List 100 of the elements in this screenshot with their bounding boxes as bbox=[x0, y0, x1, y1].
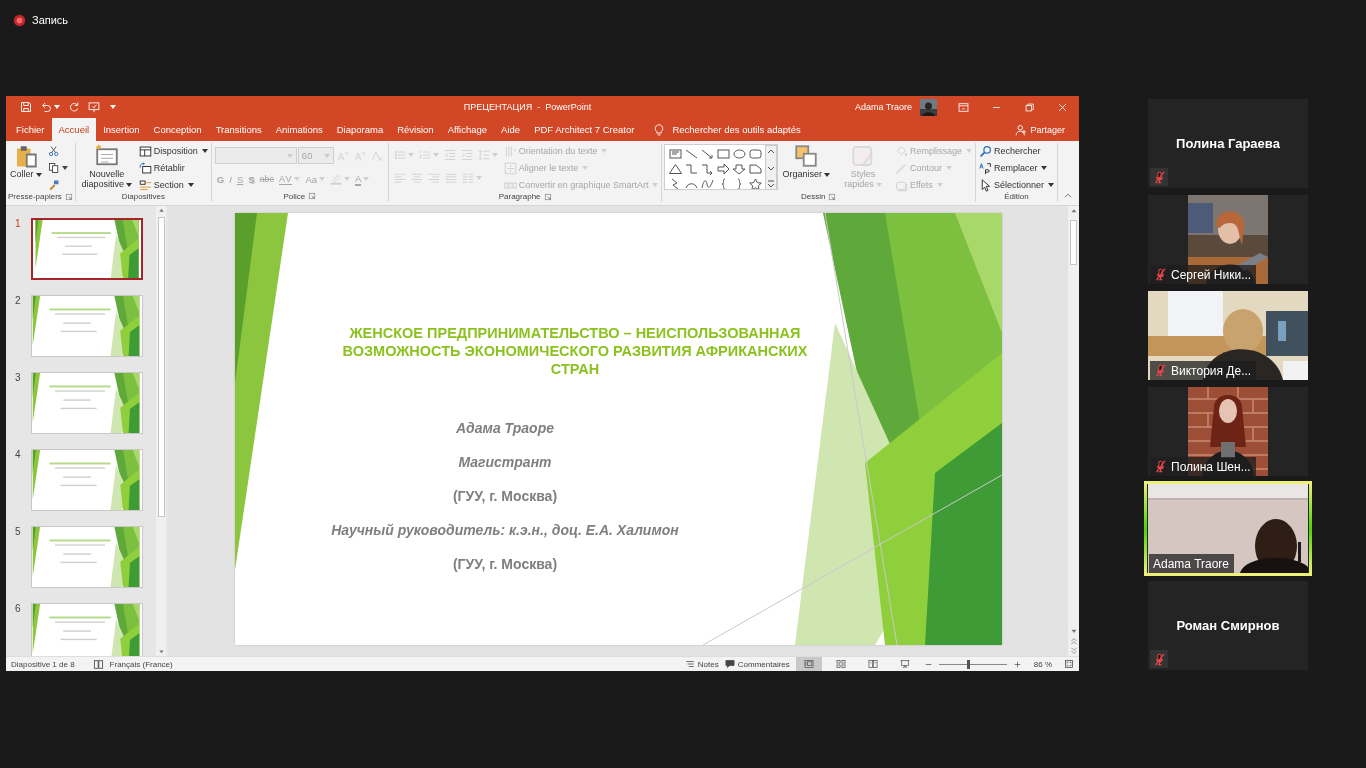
record-icon bbox=[13, 13, 26, 27]
double-up-icon[interactable] bbox=[1068, 636, 1079, 646]
zoom-level-button[interactable]: 86 % bbox=[1033, 659, 1052, 669]
share-button[interactable]: Partager bbox=[1015, 118, 1065, 141]
slideshow-icon bbox=[88, 101, 100, 113]
launcher-icon[interactable] bbox=[543, 192, 552, 201]
new-slide-icon bbox=[94, 144, 119, 168]
notes-button[interactable]: Notes bbox=[684, 659, 719, 669]
ribbon-button[interactable]: Sélectionner bbox=[977, 177, 1055, 193]
align-text-icon bbox=[503, 161, 517, 175]
slide-text: Научный руководитель: к.э.н., доц. Е.А. Халимон bbox=[331, 521, 679, 540]
reset-icon bbox=[138, 161, 152, 175]
text-direction-icon bbox=[503, 144, 517, 158]
user-name: Adama Traore bbox=[854, 102, 912, 112]
recording-label: Запись bbox=[32, 14, 69, 26]
lightbulb-icon bbox=[653, 123, 666, 136]
ribbon-button[interactable]: Disposition bbox=[137, 143, 209, 159]
slideshow-button[interactable] bbox=[88, 99, 100, 115]
layout-icon bbox=[138, 144, 152, 158]
slide-number: 4 bbox=[14, 449, 22, 460]
undo-icon bbox=[40, 101, 52, 113]
bullets-icon bbox=[393, 149, 406, 161]
slide-text: (ГУУ, г. Москва) bbox=[452, 487, 558, 506]
participant-name: Полина Гараева bbox=[1176, 136, 1280, 151]
ribbon-tab[interactable]: Fichier bbox=[9, 118, 52, 141]
ribbon-button[interactable]: Remplacer bbox=[977, 160, 1055, 176]
group-label: Police bbox=[283, 191, 306, 201]
copy-icon bbox=[47, 162, 60, 174]
slide-text: Магистрант bbox=[458, 453, 552, 472]
ribbon-tab[interactable]: PDF Architect 7 Creator bbox=[527, 118, 642, 141]
scrollbar-thumb[interactable] bbox=[157, 217, 165, 517]
slide-text: (ГУУ, г. Москва) bbox=[452, 555, 558, 574]
slider-thumb[interactable] bbox=[967, 659, 970, 669]
save-button[interactable] bbox=[20, 99, 32, 115]
outline-icon bbox=[894, 161, 908, 175]
slide-counter: Diapositive 1 de 8 bbox=[11, 659, 75, 669]
launcher-icon[interactable] bbox=[308, 192, 317, 201]
sorter-view-icon bbox=[835, 659, 846, 669]
align-left-icon bbox=[393, 172, 406, 184]
ribbon-button[interactable]: Section bbox=[137, 177, 209, 193]
ribbon-tab[interactable]: Insertion bbox=[96, 118, 147, 141]
chevron-up-icon[interactable] bbox=[1063, 191, 1073, 201]
ribbon-tab[interactable]: Révision bbox=[390, 118, 441, 141]
participant-name: Adama Traore bbox=[1153, 556, 1230, 571]
clear-format-icon bbox=[370, 149, 383, 162]
ribbon-button[interactable]: Organiser bbox=[780, 143, 832, 180]
group-label: Paragraphe bbox=[498, 192, 541, 201]
participant-name: Сергей Ники... bbox=[1171, 267, 1252, 282]
ribbon-tab[interactable]: Accueil bbox=[51, 118, 97, 141]
language-button[interactable]: Français (France) bbox=[109, 659, 173, 669]
launcher-icon[interactable] bbox=[828, 192, 837, 201]
shapes-gallery[interactable] bbox=[664, 144, 779, 190]
ribbon-tab[interactable]: Aide bbox=[494, 118, 528, 141]
participant-name: Полина Шен... bbox=[1171, 459, 1251, 474]
align-right-icon bbox=[427, 172, 440, 184]
restore-icon bbox=[1024, 101, 1035, 113]
ribbon-button[interactable]: Rétablir bbox=[137, 160, 209, 176]
slide-number: 3 bbox=[14, 372, 22, 383]
replace-icon bbox=[978, 161, 992, 175]
notes-icon bbox=[684, 659, 695, 669]
justify-icon bbox=[444, 172, 457, 184]
fit-icon[interactable] bbox=[1064, 659, 1074, 669]
ribbon-button[interactable]: Nouvelle diapositive bbox=[77, 143, 136, 190]
slide-number: 5 bbox=[14, 526, 22, 537]
group-label: Diapositives bbox=[121, 192, 165, 201]
slide-number: 6 bbox=[14, 603, 22, 614]
launcher-icon[interactable] bbox=[64, 192, 73, 201]
indent-icon bbox=[460, 149, 473, 161]
shrink-font-icon bbox=[353, 149, 366, 162]
ribbon-tab[interactable]: Animations bbox=[268, 118, 330, 141]
triangle-up-icon[interactable] bbox=[156, 206, 166, 215]
window-title: ПРЕЦЕНТАЦИЯ - PowerPoint bbox=[462, 102, 593, 112]
slide-number: 2 bbox=[14, 295, 22, 306]
brush-icon bbox=[47, 179, 60, 191]
normal-view-button[interactable] bbox=[795, 657, 822, 671]
highlighter-icon bbox=[330, 173, 343, 185]
ribbon-tab[interactable]: Diaporama bbox=[329, 118, 391, 141]
grow-font-icon bbox=[336, 149, 349, 162]
comments-button[interactable]: Commentaires bbox=[724, 659, 790, 669]
ribbon-tab[interactable]: Transitions bbox=[208, 118, 269, 141]
styles-icon bbox=[850, 144, 875, 168]
ribbon-tab[interactable]: Affichage bbox=[440, 118, 495, 141]
fill-icon bbox=[894, 144, 908, 158]
spellcheck-icon[interactable] bbox=[92, 658, 104, 670]
caret-icon bbox=[110, 105, 116, 109]
normal-view-icon bbox=[803, 659, 814, 669]
ribbon-button[interactable]: Rechercher bbox=[977, 143, 1055, 159]
tell-me-button[interactable]: Rechercher des outils adaptés bbox=[653, 118, 801, 141]
group-label: Presse-papiers bbox=[8, 192, 62, 201]
slide-number: 1 bbox=[14, 218, 22, 229]
ribbon-tab[interactable]: Conception bbox=[146, 118, 209, 141]
caret-icon bbox=[54, 105, 60, 109]
ribbon-button[interactable]: Coller bbox=[8, 143, 44, 180]
person-icon bbox=[1015, 123, 1028, 136]
triangle-down-icon[interactable] bbox=[156, 647, 166, 656]
plus-icon[interactable] bbox=[1012, 659, 1022, 669]
scrollbar-thumb[interactable] bbox=[1070, 220, 1077, 265]
redo-icon bbox=[68, 101, 80, 113]
presentation-view-icon bbox=[899, 659, 910, 669]
slide-thumbnail[interactable] bbox=[31, 218, 143, 280]
